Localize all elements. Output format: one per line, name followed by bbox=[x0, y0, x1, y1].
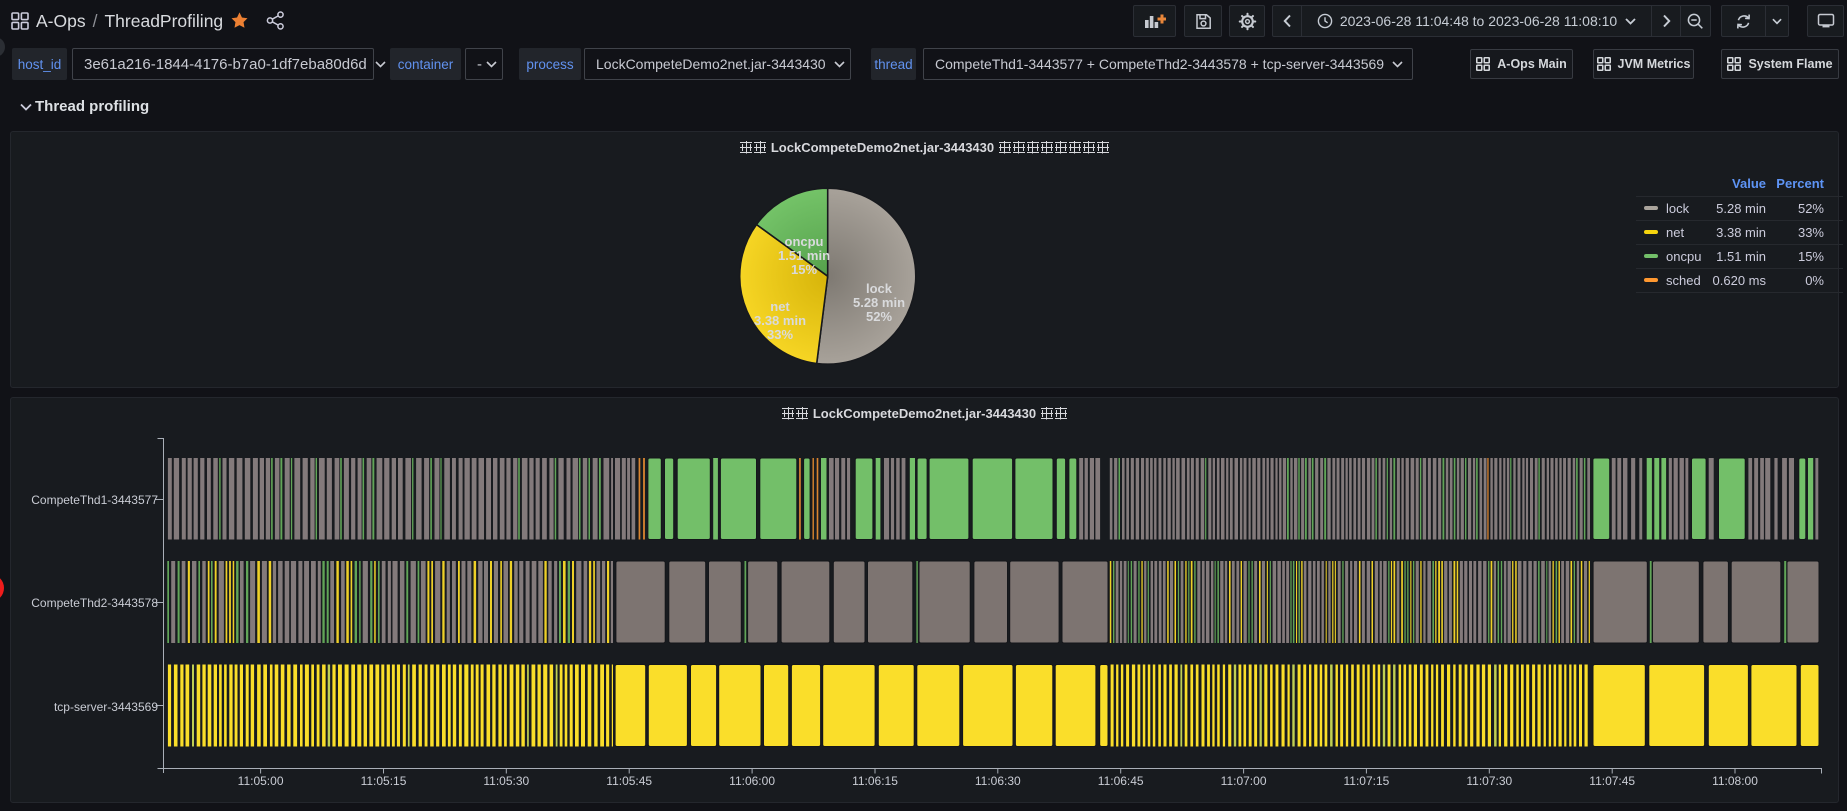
svg-text:11:07:15: 11:07:15 bbox=[1343, 774, 1389, 788]
svg-text:11:06:15: 11:06:15 bbox=[852, 774, 898, 788]
svg-text:11:06:30: 11:06:30 bbox=[975, 774, 1021, 788]
svg-text:11:08:00: 11:08:00 bbox=[1712, 774, 1758, 788]
svg-text:11:06:00: 11:06:00 bbox=[729, 774, 775, 788]
svg-text:11:07:45: 11:07:45 bbox=[1589, 774, 1635, 788]
svg-text:11:05:30: 11:05:30 bbox=[483, 774, 529, 788]
svg-text:11:05:45: 11:05:45 bbox=[606, 774, 652, 788]
svg-text:11:07:00: 11:07:00 bbox=[1221, 774, 1267, 788]
svg-text:11:06:45: 11:06:45 bbox=[1098, 774, 1144, 788]
svg-text:11:05:15: 11:05:15 bbox=[361, 774, 407, 788]
svg-text:11:07:30: 11:07:30 bbox=[1466, 774, 1512, 788]
svg-text:11:05:00: 11:05:00 bbox=[238, 774, 284, 788]
